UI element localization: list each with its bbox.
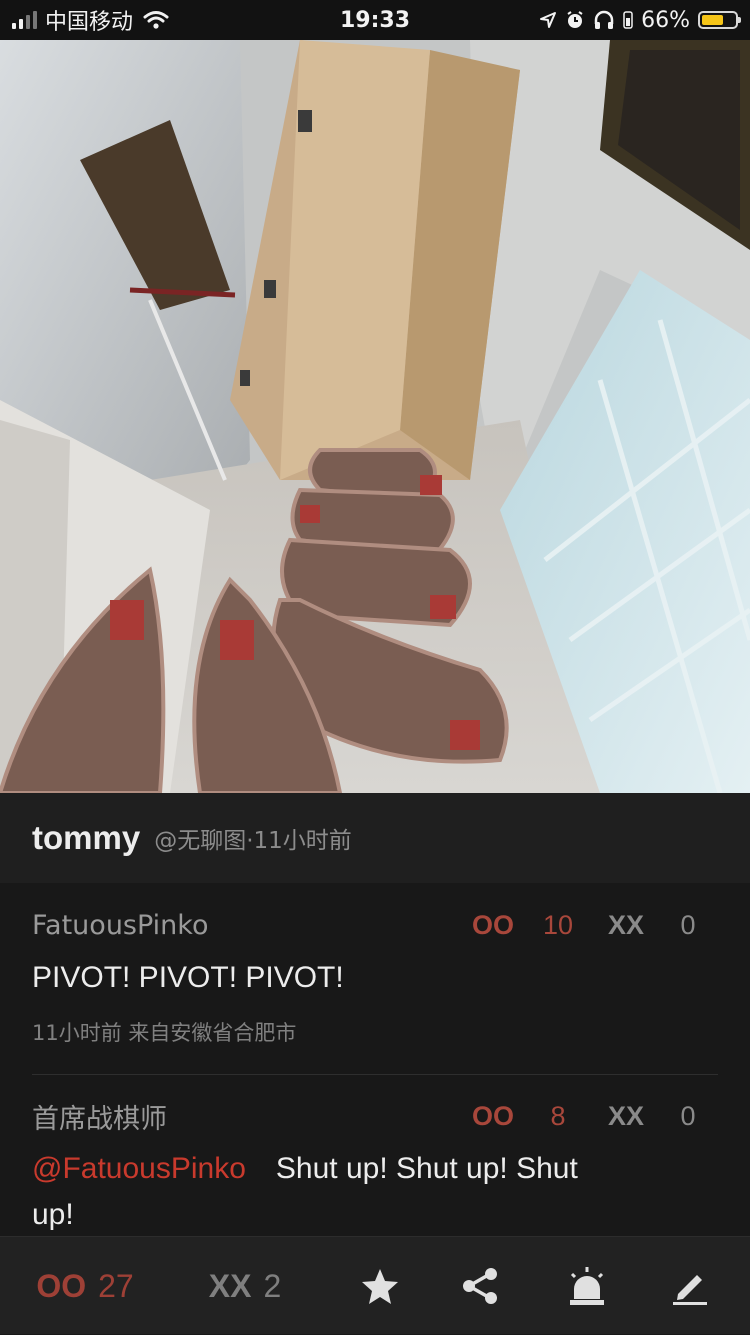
photo-illustration: [0, 40, 750, 793]
oo-label: OO: [36, 1267, 87, 1304]
alarm-icon: [565, 10, 585, 30]
xx-vote-button[interactable]: XX: [608, 1101, 644, 1132]
star-icon[interactable]: [340, 1237, 420, 1335]
alarm-siren-icon[interactable]: [547, 1237, 627, 1335]
post-meta: @无聊图·11小时前: [154, 828, 352, 854]
headphones-icon: [593, 10, 615, 30]
stairwell-photo[interactable]: [0, 40, 750, 793]
carrier-label: 中国移动: [45, 10, 134, 35]
battery-charge-icon: [623, 10, 633, 30]
author-name[interactable]: tommy: [32, 819, 140, 857]
comment-text: PIVOT! PIVOT! PIVOT!: [32, 961, 344, 994]
xx-vote-button[interactable]: XX: [608, 910, 644, 941]
xx-total: 2: [263, 1267, 282, 1304]
status-bar: 中国移动 19:33 66%: [0, 0, 750, 40]
wifi-icon: [143, 10, 169, 30]
comment-meta: 11小时前 来自安徽省合肥市: [32, 1021, 297, 1045]
oo-count: 10: [542, 909, 573, 940]
oo-vote-button[interactable]: OO: [472, 910, 514, 941]
xx-label: XX: [208, 1267, 252, 1304]
comment-body: @FatuousPinko Shut up! Shut up! Shut up!: [32, 1146, 622, 1236]
xx-count: 0: [680, 1100, 696, 1131]
bottom-toolbar: OO 27 XX 2: [0, 1236, 750, 1334]
oo-vote-button[interactable]: OO: [472, 1101, 514, 1132]
oo-toolbar-button[interactable]: OO 27: [30, 1237, 140, 1335]
oo-total: 27: [98, 1267, 134, 1304]
battery-percent: 66%: [641, 7, 690, 33]
location-icon: [539, 11, 557, 29]
comment-username[interactable]: FatuousPinko: [32, 910, 209, 941]
xx-count: 0: [680, 909, 696, 940]
comment-votes: OO 10 XX 0: [472, 910, 718, 941]
edit-icon[interactable]: [650, 1237, 730, 1335]
battery-icon: [698, 11, 741, 29]
comment-item: 首席战棋师 OO 8 XX 0 @FatuousPinko Shut up! Sh…: [32, 1096, 718, 1236]
comment-divider: [32, 1074, 718, 1075]
mention-link[interactable]: @FatuousPinko: [32, 1152, 246, 1185]
xx-toolbar-button[interactable]: XX 2: [195, 1237, 295, 1335]
comment-username[interactable]: 首席战棋师: [32, 1097, 167, 1136]
comment-votes: OO 8 XX 0: [472, 1101, 718, 1132]
comment-item: FatuousPinko OO 10 XX 0 PIVOT! PIVOT! PI…: [32, 905, 718, 1047]
share-icon[interactable]: [440, 1237, 520, 1335]
post-author-bar: tommy @无聊图·11小时前: [0, 793, 750, 883]
comment-list[interactable]: FatuousPinko OO 10 XX 0 PIVOT! PIVOT! PI…: [0, 883, 750, 1236]
signal-icon: [12, 11, 37, 29]
battery-fill: [702, 15, 724, 25]
oo-count: 8: [550, 1100, 566, 1131]
